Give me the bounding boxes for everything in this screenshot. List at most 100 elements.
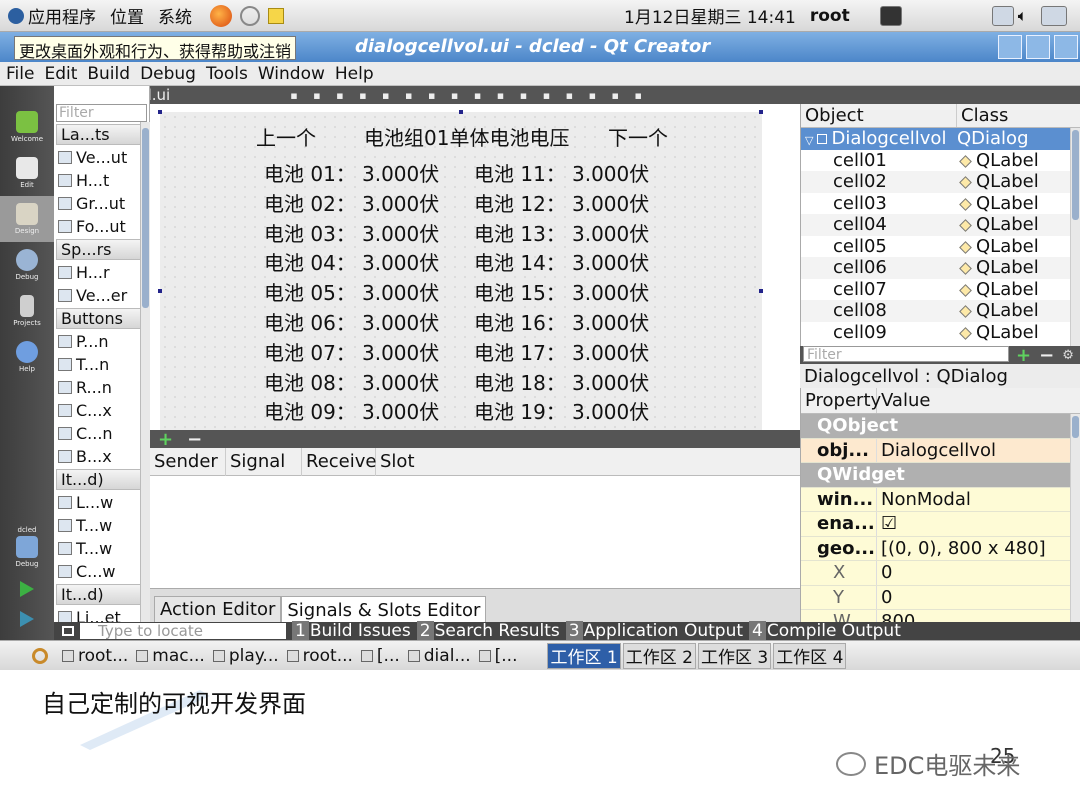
object-row[interactable]: cell08 QLabel xyxy=(801,300,1080,322)
object-row[interactable]: cell06 QLabel xyxy=(801,257,1080,279)
column-property[interactable]: Property xyxy=(801,388,881,413)
column-sender[interactable]: Sender xyxy=(150,447,226,476)
evolution-icon[interactable] xyxy=(240,5,260,26)
output-button[interactable]: 4 Compile Output xyxy=(749,621,901,641)
places-menu[interactable]: 位置 xyxy=(110,3,144,28)
column-object[interactable]: Object xyxy=(801,104,957,127)
mode-debug[interactable]: Debug xyxy=(0,242,54,288)
resize-handle[interactable] xyxy=(759,110,763,114)
widget-item[interactable]: Gr...ut xyxy=(54,192,149,215)
property-filter-input[interactable]: Filter xyxy=(803,346,1009,363)
taskbar-item[interactable]: [... xyxy=(360,646,400,666)
output-button[interactable]: 3 Application Output xyxy=(565,621,743,641)
property-group[interactable]: QWidget xyxy=(801,463,1080,488)
widget-item[interactable]: C...n xyxy=(54,422,149,445)
object-row[interactable]: cell07 QLabel xyxy=(801,279,1080,301)
menu-build[interactable]: Build xyxy=(87,64,130,84)
mode-edit[interactable]: Edit xyxy=(0,150,54,196)
taskbar-item[interactable]: mac... xyxy=(136,646,205,666)
property-value[interactable]: 0 xyxy=(877,562,1080,583)
network-monitor-icon[interactable] xyxy=(1041,5,1068,26)
prev-button-label[interactable]: 上一个 xyxy=(256,122,316,151)
mode-design[interactable]: Design xyxy=(0,196,54,242)
mode-welcome[interactable]: Welcome xyxy=(0,104,54,150)
resize-handle[interactable] xyxy=(459,110,463,114)
dialog-form[interactable]: 上一个 电池组01单体电池电压 下一个 电池 01： 3.000伏 电池 02： 3.… xyxy=(158,110,763,430)
widget-item[interactable]: P...n xyxy=(54,330,149,353)
property-row[interactable]: X0 xyxy=(801,561,1080,586)
property-value[interactable]: [(0, 0), 800 x 480] xyxy=(877,538,1080,559)
workspace-button[interactable]: 工作区 1 xyxy=(547,642,621,669)
widget-item[interactable]: Fo...ut xyxy=(54,215,149,238)
widget-category[interactable]: It...d) xyxy=(56,469,147,490)
object-row[interactable]: cell02 QLabel xyxy=(801,171,1080,193)
maximize-button[interactable] xyxy=(1026,35,1050,59)
property-row[interactable]: geo... [(0, 0), 800 x 480] xyxy=(801,536,1080,561)
property-value[interactable]: Dialogcellvol xyxy=(877,440,1080,461)
column-signal[interactable]: Signal xyxy=(226,447,302,476)
property-row[interactable]: obj... Dialogcellvol xyxy=(801,438,1080,463)
next-button-label[interactable]: 下一个 xyxy=(608,122,668,151)
add-property-button[interactable]: + xyxy=(1016,345,1031,366)
volume-icon[interactable]: 🔈︎ xyxy=(1018,6,1028,26)
remove-property-button[interactable]: − xyxy=(1039,345,1054,366)
network-icon[interactable] xyxy=(991,5,1014,26)
property-value[interactable]: ☑ xyxy=(877,513,1080,534)
widget-filter-input[interactable]: Filter xyxy=(56,104,147,122)
object-row[interactable]: cell09 QLabel xyxy=(801,322,1080,344)
object-row[interactable]: cell05 QLabel xyxy=(801,236,1080,258)
taskbar-item[interactable]: root... xyxy=(286,646,353,666)
tab-action-editor[interactable]: Action Editor xyxy=(154,595,282,624)
show-desktop-search-icon[interactable] xyxy=(32,647,48,664)
remove-connection-button[interactable]: − xyxy=(187,429,202,450)
column-value[interactable]: Value xyxy=(877,388,930,413)
resize-handle[interactable] xyxy=(158,289,162,293)
widget-item[interactable]: C...w xyxy=(54,560,149,583)
target-selector[interactable]: dcled Debug xyxy=(0,520,54,574)
widget-item[interactable]: T...w xyxy=(54,537,149,560)
resize-handle[interactable] xyxy=(759,289,763,293)
applications-menu[interactable]: 应用程序 xyxy=(28,3,96,28)
property-row[interactable]: Y0 xyxy=(801,585,1080,610)
property-row[interactable]: win... NonModal xyxy=(801,487,1080,512)
widget-item[interactable]: T...n xyxy=(54,353,149,376)
column-class[interactable]: Class xyxy=(957,104,1008,127)
widget-item[interactable]: Ve...ut xyxy=(54,146,149,169)
close-button[interactable] xyxy=(1054,35,1078,59)
property-row[interactable]: ena... ☑ xyxy=(801,512,1080,537)
menu-edit[interactable]: Edit xyxy=(44,64,77,84)
taskbar-item[interactable]: dial... xyxy=(407,646,471,666)
menu-tools[interactable]: Tools xyxy=(206,64,248,84)
widget-item[interactable]: T...w xyxy=(54,514,149,537)
property-group[interactable]: QObject xyxy=(801,414,1080,439)
clock[interactable]: 1月12日星期三 14:41 xyxy=(624,3,796,28)
object-inspector-scrollbar[interactable] xyxy=(1070,128,1080,346)
taskbar-item[interactable]: [... xyxy=(478,646,517,666)
object-row-root[interactable]: ▽ Dialogcellvol QDialog xyxy=(801,128,1080,150)
locate-input[interactable]: Type to locate xyxy=(80,623,286,639)
widget-item[interactable]: L...w xyxy=(54,491,149,514)
widget-box-scrollbar[interactable] xyxy=(140,122,150,626)
gnome-foot-icon[interactable] xyxy=(8,7,24,24)
terminal-icon[interactable] xyxy=(879,5,902,26)
menu-file[interactable]: File xyxy=(6,64,34,84)
menu-help[interactable]: Help xyxy=(335,64,374,84)
widget-item[interactable]: B...x xyxy=(54,445,149,468)
collapse-arrow-icon[interactable]: ▽ xyxy=(805,134,813,147)
debug-run-button[interactable] xyxy=(0,604,54,634)
tab-signals-slots-editor[interactable]: Signals & Slots Editor xyxy=(281,595,487,624)
object-row[interactable]: cell04 QLabel xyxy=(801,214,1080,236)
property-value[interactable]: 0 xyxy=(877,587,1080,608)
menu-debug[interactable]: Debug xyxy=(140,64,196,84)
workspace-button[interactable]: 工作区 3 xyxy=(697,642,772,669)
configure-icon[interactable]: ⚙ xyxy=(1062,348,1074,363)
connections-list[interactable] xyxy=(150,476,800,588)
widget-item[interactable]: C...x xyxy=(54,399,149,422)
minimize-button[interactable] xyxy=(998,35,1022,59)
widget-item[interactable]: Ve...er xyxy=(54,284,149,307)
object-row[interactable]: cell01 QLabel xyxy=(801,150,1080,172)
widget-item[interactable]: H...t xyxy=(54,169,149,192)
widget-item[interactable]: R...n xyxy=(54,376,149,399)
mode-help[interactable]: Help xyxy=(0,334,54,380)
workspace-button[interactable]: 工作区 2 xyxy=(622,642,696,669)
